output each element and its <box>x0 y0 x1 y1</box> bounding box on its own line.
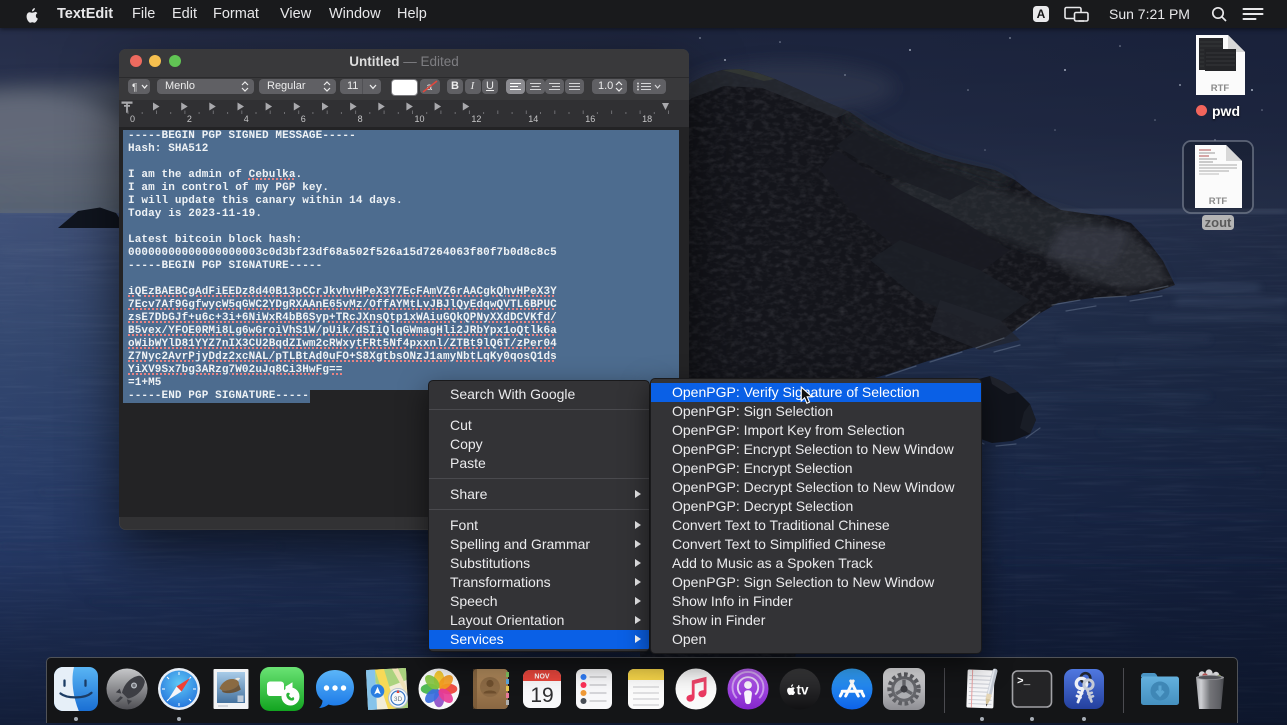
svg-text:zout: zout <box>1205 215 1232 230</box>
svg-text:16: 16 <box>585 114 595 124</box>
svg-text:12: 12 <box>471 114 481 124</box>
svg-text:19: 19 <box>530 684 553 707</box>
svg-text:RTF: RTF <box>1211 83 1230 94</box>
svg-text:2: 2 <box>187 114 192 124</box>
svg-text:6: 6 <box>301 114 306 124</box>
svg-text:0: 0 <box>130 114 135 124</box>
svg-text:¶: ¶ <box>132 82 137 93</box>
svg-text:>_: >_ <box>1017 676 1031 688</box>
svg-text:14: 14 <box>528 114 538 124</box>
svg-text:18: 18 <box>642 114 652 124</box>
svg-text:tv: tv <box>797 683 809 698</box>
svg-text:10: 10 <box>415 114 425 124</box>
svg-text:4: 4 <box>244 114 249 124</box>
svg-text:3D: 3D <box>394 696 403 703</box>
svg-text:RTF: RTF <box>1209 196 1228 207</box>
svg-text:NOV: NOV <box>534 674 550 681</box>
svg-text:8: 8 <box>358 114 363 124</box>
svg-text:pwd: pwd <box>1212 103 1240 119</box>
